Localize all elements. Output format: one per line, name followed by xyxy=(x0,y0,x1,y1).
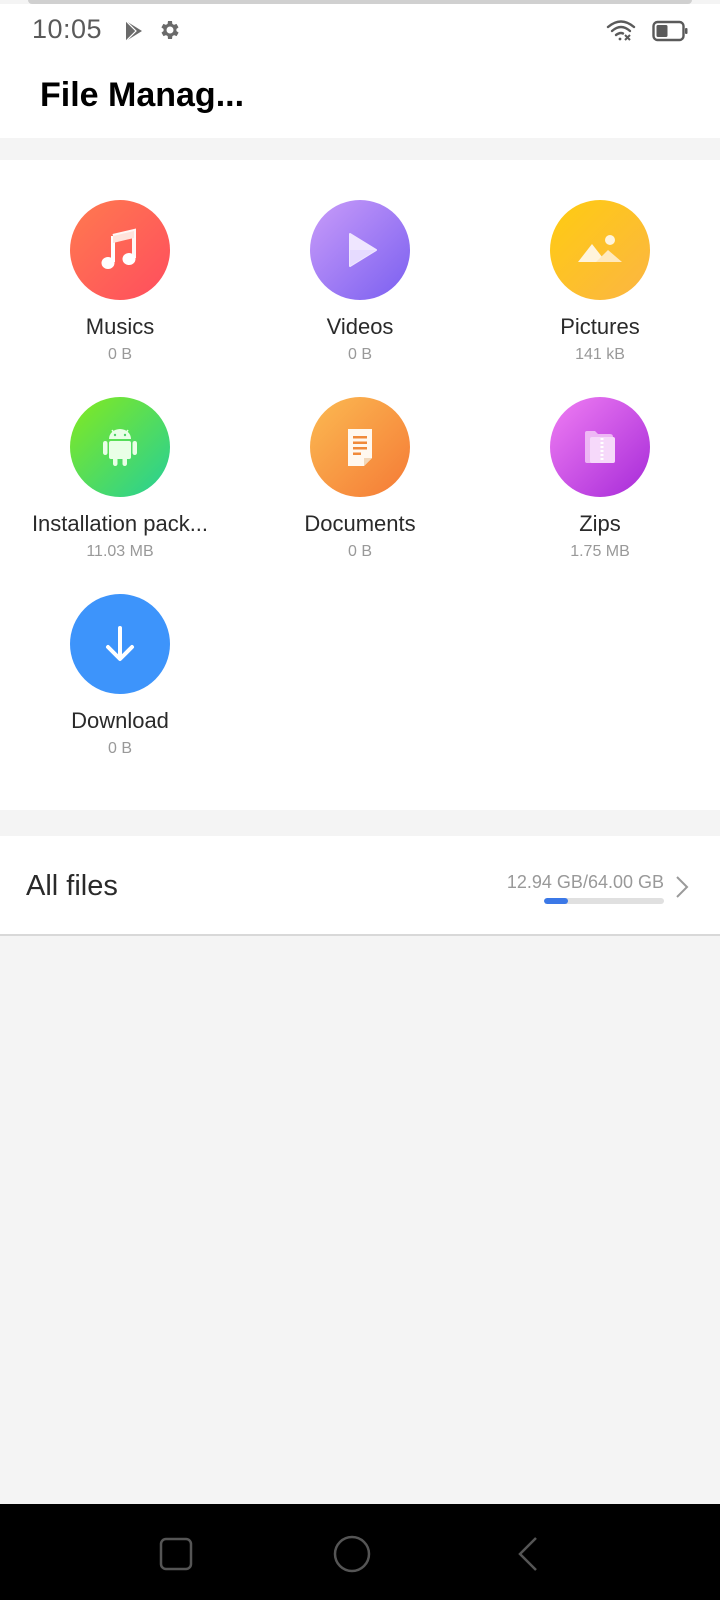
category-zips[interactable]: Zips 1.75 MB xyxy=(480,357,720,560)
wifi-no-internet-icon xyxy=(606,20,636,41)
picture-icon xyxy=(550,200,650,300)
category-label: Installation pack... xyxy=(31,511,209,536)
chevron-right-icon xyxy=(676,876,689,898)
category-download[interactable]: Download 0 B xyxy=(0,554,240,757)
back-arrow-icon[interactable] xyxy=(506,1532,550,1576)
play-store-icon xyxy=(125,20,142,42)
header: 10:05 File Manag... xyxy=(0,4,720,138)
category-size: 1.75 MB xyxy=(570,543,630,560)
category-documents[interactable]: Documents 0 B xyxy=(240,357,480,560)
category-musics[interactable]: Musics 0 B xyxy=(0,160,240,363)
category-grid: Musics 0 B Videos 0 B Pictures 141 kB In… xyxy=(0,160,720,810)
status-bar: 10:05 xyxy=(0,4,720,54)
download-arrow-icon xyxy=(70,594,170,694)
category-label: Download xyxy=(71,708,169,733)
category-size: 0 B xyxy=(347,543,372,560)
page-title: File Manag... xyxy=(40,76,245,114)
category-installation-packages[interactable]: Installation pack... 11.03 MB xyxy=(0,357,240,560)
zip-folder-icon xyxy=(550,397,650,497)
settings-gear-icon xyxy=(161,21,179,39)
category-size: 0 B xyxy=(107,740,132,757)
document-icon xyxy=(310,397,410,497)
music-note-icon xyxy=(70,200,170,300)
recents-square-icon[interactable] xyxy=(154,1532,198,1576)
category-pictures[interactable]: Pictures 141 kB xyxy=(480,160,720,363)
home-circle-icon[interactable] xyxy=(330,1532,374,1576)
storage-usage-text: 12.94 GB/64.00 GB xyxy=(506,872,664,892)
divider xyxy=(0,934,720,936)
play-icon xyxy=(310,200,410,300)
storage-progress-fill xyxy=(544,898,569,904)
storage-progress-bar xyxy=(544,898,664,904)
all-files-row[interactable]: All files 12.94 GB/64.00 GB xyxy=(0,836,720,934)
category-label: Videos xyxy=(326,314,394,339)
category-label: Zips xyxy=(579,511,621,536)
status-time: 10:05 xyxy=(32,14,103,44)
battery-icon xyxy=(652,20,688,42)
android-icon xyxy=(70,397,170,497)
category-videos[interactable]: Videos 0 B xyxy=(240,160,480,363)
category-label: Documents xyxy=(304,511,416,536)
navigation-bar xyxy=(0,1504,720,1600)
category-label: Pictures xyxy=(560,314,640,339)
all-files-label: All files xyxy=(26,870,118,902)
category-label: Musics xyxy=(85,314,155,339)
